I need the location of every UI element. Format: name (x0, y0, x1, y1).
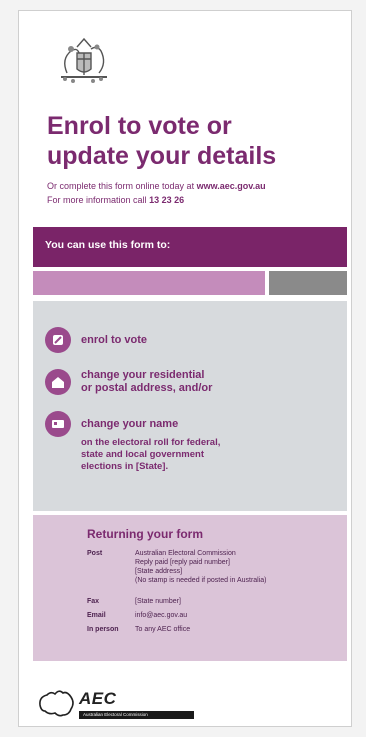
returning-title: Returning your form (87, 527, 203, 541)
logo-text: AEC (79, 689, 117, 708)
brochure-page: Enrol to vote or update your details Or … (18, 10, 352, 727)
option-enrol: enrol to vote (45, 327, 147, 353)
form-purpose-bar: You can use this form to: (33, 227, 347, 267)
aec-logo: AEC Australian Electoral Commission (37, 687, 207, 723)
accent-strip-grey (269, 271, 347, 295)
in-person-row: In person To any AEC office (87, 626, 191, 633)
id-card-icon (45, 411, 71, 437)
phone-number: 13 23 26 (149, 195, 185, 205)
option-label: enrol to vote (81, 333, 148, 346)
electoral-roll-note: on the electoral roll for federal, state… (81, 437, 221, 472)
option-label: change your name (81, 417, 179, 430)
page-title: Enrol to vote or update your details (47, 112, 277, 170)
phone-info: For more information call 13 23 26 (47, 195, 185, 205)
coat-of-arms-icon (61, 37, 107, 83)
house-icon (45, 369, 71, 395)
email-link[interactable]: info@aec.gov.au (135, 611, 335, 620)
options-panel: enrol to vote change your residential or… (33, 301, 347, 511)
website-link[interactable]: www.aec.gov.au (197, 181, 266, 191)
returning-form-panel: Returning your form Post Australian Elec… (33, 515, 347, 661)
pencil-icon (45, 327, 71, 353)
fax-row: Fax [State number] (87, 598, 181, 605)
australia-map-icon (39, 690, 74, 717)
email-row: Email info@aec.gov.au (87, 611, 335, 620)
post-row: Post Australian Electoral Commission Rep… (87, 550, 267, 584)
option-change-name: change your name (45, 411, 178, 437)
online-info: Or complete this form online today at ww… (47, 181, 266, 191)
logo-subtitle: Australian Electoral Commission (79, 711, 194, 719)
option-label: change your residential or postal addres… (81, 369, 213, 394)
option-change-address: change your residential or postal addres… (45, 369, 212, 395)
accent-strip-pink (33, 271, 265, 295)
